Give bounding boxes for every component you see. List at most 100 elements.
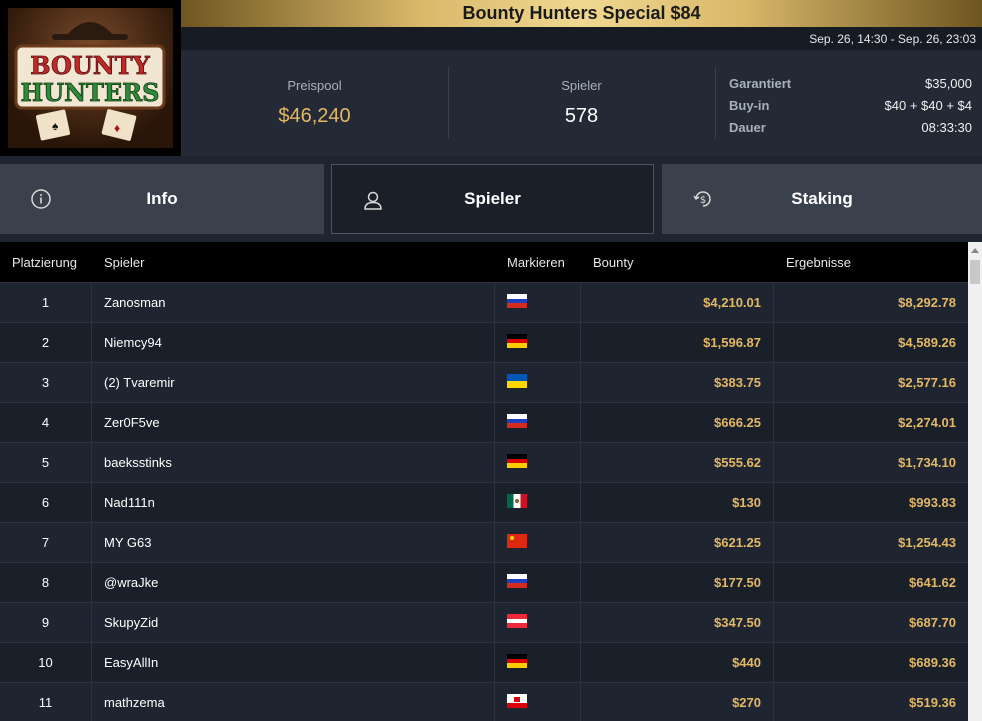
tab-label: Spieler <box>464 189 521 208</box>
table-row[interactable]: 8 @wraJke $177.50 $641.62 <box>0 562 968 603</box>
flag-icon <box>507 454 527 468</box>
tournament-title: Bounty Hunters Special $84 <box>462 3 701 23</box>
flag-cell <box>507 494 527 508</box>
scroll-thumb[interactable] <box>970 260 980 284</box>
table-row[interactable]: 1 Zanosman $4,210.01 $8,292.78 <box>0 282 968 323</box>
bounty-cell: $130 <box>732 495 761 510</box>
flag-cell <box>507 534 527 548</box>
flag-icon <box>507 294 527 308</box>
column-divider <box>773 563 774 603</box>
bounty-cell: $4,210.01 <box>703 295 761 310</box>
flag-cell <box>507 694 527 708</box>
column-divider <box>91 523 92 563</box>
tournament-stats-panel: Preispool $46,240 Spieler 578 Garantiert… <box>181 50 982 156</box>
column-divider <box>494 483 495 523</box>
bounty-cell: $1,596.87 <box>703 335 761 350</box>
table-row[interactable]: 11 mathzema $270 $519.36 <box>0 682 968 721</box>
column-header-place[interactable]: Platzierung <box>12 255 77 270</box>
table-header: Platzierung Spieler Markieren Bounty Erg… <box>0 242 968 282</box>
column-divider <box>91 643 92 683</box>
flag-icon <box>507 494 527 508</box>
flag-cell <box>507 374 527 388</box>
flag-icon <box>507 574 527 588</box>
flag-icon <box>507 694 527 708</box>
player-name-cell[interactable]: @wraJke <box>104 563 158 603</box>
column-header-bounty[interactable]: Bounty <box>593 255 633 270</box>
flag-cell <box>507 294 527 308</box>
result-cell: $687.70 <box>909 615 956 630</box>
detail-value: 08:33:30 <box>921 119 972 135</box>
table-scrollbar[interactable] <box>968 242 982 721</box>
flag-icon <box>507 374 527 388</box>
player-name-cell[interactable]: baeksstinks <box>104 443 172 483</box>
result-cell: $993.83 <box>909 495 956 510</box>
column-divider <box>580 323 581 363</box>
player-name-cell[interactable]: (2) Tvaremir <box>104 363 175 403</box>
column-divider <box>773 403 774 443</box>
table-body: 1 Zanosman $4,210.01 $8,292.78 2 Niemcy94 $1,5… <box>0 282 968 721</box>
column-header-player[interactable]: Spieler <box>104 255 144 270</box>
table-row[interactable]: 10 EasyAllIn $440 $689.36 <box>0 642 968 683</box>
place-cell: 7 <box>41 535 50 550</box>
player-name-cell[interactable]: Nad111n <box>104 483 155 523</box>
column-divider <box>494 523 495 563</box>
column-divider <box>580 363 581 403</box>
table-row[interactable]: 6 Nad111n $130 $993.83 <box>0 482 968 523</box>
bounty-cell: $270 <box>732 695 761 710</box>
column-header-result[interactable]: Ergebnisse <box>786 255 851 270</box>
table-row[interactable]: 9 SkupyZid $347.50 $687.70 <box>0 602 968 643</box>
column-divider <box>494 283 495 323</box>
tab-players[interactable]: Spieler <box>331 164 654 234</box>
flag-cell <box>507 574 527 588</box>
bounty-cell: $383.75 <box>714 375 761 390</box>
scroll-up-button[interactable] <box>968 242 982 258</box>
player-name-cell[interactable]: MY G63 <box>104 523 151 563</box>
player-name-cell[interactable]: SkupyZid <box>104 603 158 643</box>
prizepool-stat: Preispool $46,240 <box>181 50 448 156</box>
column-divider <box>580 283 581 323</box>
players-label: Spieler <box>561 78 602 93</box>
result-cell: $2,577.16 <box>898 375 956 390</box>
tab-bar: Info Spieler $ Staking <box>0 156 982 242</box>
bounty-cell: $621.25 <box>714 535 761 550</box>
column-divider <box>494 443 495 483</box>
prizepool-label: Preispool <box>287 78 342 93</box>
bounty-cell: $440 <box>732 655 761 670</box>
detail-value: $40 + $40 + $4 <box>884 97 972 113</box>
player-name-cell[interactable]: Niemcy94 <box>104 323 162 363</box>
flag-cell <box>507 454 527 468</box>
divider <box>715 67 716 139</box>
table-row[interactable]: 7 MY G63 $621.25 $1,254.43 <box>0 522 968 563</box>
place-cell: 6 <box>41 495 50 510</box>
column-divider <box>91 323 92 363</box>
tab-staking[interactable]: $ Staking <box>662 164 982 234</box>
place-cell: 4 <box>41 415 50 430</box>
tab-label: Info <box>146 189 178 208</box>
column-divider <box>91 283 92 323</box>
player-name-cell[interactable]: mathzema <box>104 683 165 721</box>
players-stat: Spieler 578 <box>448 50 715 156</box>
player-name-cell[interactable]: Zanosman <box>104 283 165 323</box>
flag-cell <box>507 414 527 428</box>
player-name-cell[interactable]: Zer0F5ve <box>104 403 160 443</box>
column-divider <box>494 563 495 603</box>
bounty-cell: $555.62 <box>714 455 761 470</box>
detail-label: Buy-in <box>729 97 770 113</box>
tournament-details: Garantiert $35,000 Buy-in $40 + $40 + $4… <box>729 72 972 138</box>
column-divider <box>580 563 581 603</box>
info-icon <box>31 189 51 209</box>
place-cell: 8 <box>41 575 50 590</box>
player-name-cell[interactable]: EasyAllIn <box>104 643 158 683</box>
table-row[interactable]: 5 baeksstinks $555.62 $1,734.10 <box>0 442 968 483</box>
column-divider <box>494 603 495 643</box>
table-row[interactable]: 4 Zer0F5ve $666.25 $2,274.01 <box>0 402 968 443</box>
bounty-cell: $177.50 <box>714 575 761 590</box>
tab-info[interactable]: Info <box>0 164 324 234</box>
column-header-flag[interactable]: Markieren <box>507 255 565 270</box>
flag-cell <box>507 334 527 348</box>
table-row[interactable]: 2 Niemcy94 $1,596.87 $4,589.26 <box>0 322 968 363</box>
table-row[interactable]: 3 (2) Tvaremir $383.75 $2,577.16 <box>0 362 968 403</box>
detail-guaranteed: Garantiert $35,000 <box>729 72 972 94</box>
column-divider <box>580 643 581 683</box>
bounty-cell: $347.50 <box>714 615 761 630</box>
